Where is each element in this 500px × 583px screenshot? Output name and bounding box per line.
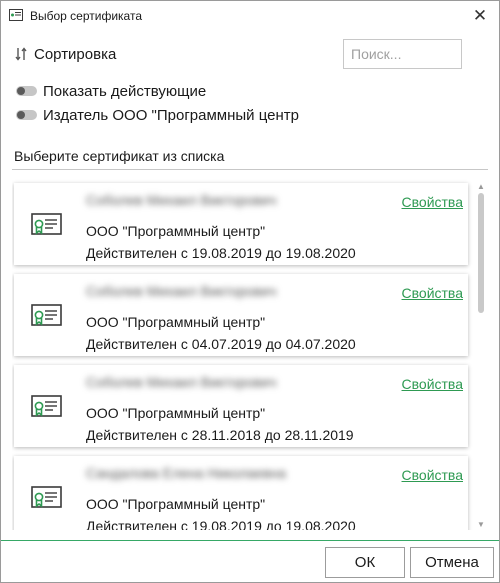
search-input[interactable] bbox=[343, 39, 462, 69]
toggle-knob bbox=[17, 87, 25, 95]
scroll-thumb[interactable] bbox=[478, 193, 484, 313]
issuer-filter-label: Издатель ООО "Программный центр bbox=[43, 106, 299, 124]
sort-button[interactable]: Сортировка bbox=[34, 46, 116, 63]
certificate-card[interactable]: Сандалова Елена Николаевна Свойства ООО … bbox=[14, 456, 468, 530]
properties-link[interactable]: Свойства bbox=[402, 194, 463, 210]
ok-button[interactable]: ОК bbox=[325, 547, 405, 578]
footer-divider bbox=[1, 540, 499, 541]
certificate-issuer: ООО "Программный центр" bbox=[86, 405, 266, 421]
certificate-validity: Действителен с 28.11.2018 до 28.11.2019 bbox=[86, 427, 354, 443]
list-heading: Выберите сертификат из списка bbox=[14, 148, 225, 164]
window-title: Выбор сертификата bbox=[30, 9, 143, 23]
issuer-toggle[interactable] bbox=[16, 110, 37, 120]
certificate-card[interactable]: Соболев Михаил Викторович Свойства ООО "… bbox=[14, 183, 468, 265]
certificate-validity: Действителен с 19.08.2019 до 19.08.2020 bbox=[86, 245, 356, 261]
scroll-down-arrow-icon[interactable]: ▼ bbox=[477, 520, 485, 529]
filter-issuer-row[interactable]: Издатель ООО "Программный центр bbox=[16, 106, 299, 124]
close-icon: ✕ bbox=[472, 6, 488, 25]
properties-link[interactable]: Свойства bbox=[402, 467, 463, 483]
certificate-icon bbox=[31, 213, 62, 235]
certificate-window-icon bbox=[9, 9, 23, 21]
certificate-owner: Соболев Михаил Викторович bbox=[86, 192, 277, 208]
active-only-label: Показать действующие bbox=[43, 82, 207, 100]
certificate-owner: Соболев Михаил Викторович bbox=[86, 283, 277, 299]
toggle-knob bbox=[17, 111, 25, 119]
sort-arrows-icon[interactable] bbox=[15, 46, 27, 62]
properties-link[interactable]: Свойства bbox=[402, 285, 463, 301]
filter-active-row[interactable]: Показать действующие bbox=[16, 82, 206, 100]
properties-link[interactable]: Свойства bbox=[402, 376, 463, 392]
cancel-button[interactable]: Отмена bbox=[410, 547, 494, 578]
certificate-issuer: ООО "Программный центр" bbox=[86, 314, 266, 330]
close-button[interactable]: ✕ bbox=[467, 3, 493, 29]
certificate-validity: Действителен с 19.08.2019 до 19.08.2020 bbox=[86, 518, 356, 530]
heading-divider bbox=[12, 169, 488, 170]
certificate-owner: Сандалова Елена Николаевна bbox=[86, 465, 286, 481]
certificate-dialog: Выбор сертификата ✕ Сортировка Показать … bbox=[0, 0, 500, 583]
certificate-validity: Действителен с 04.07.2019 до 04.07.2020 bbox=[86, 336, 356, 352]
scroll-up-arrow-icon[interactable]: ▲ bbox=[477, 182, 485, 191]
certificate-card[interactable]: Соболев Михаил Викторович Свойства ООО "… bbox=[14, 365, 468, 447]
active-only-toggle[interactable] bbox=[16, 86, 37, 96]
certificate-icon bbox=[31, 486, 62, 508]
list-scrollbar[interactable]: ▲ ▼ bbox=[475, 182, 487, 529]
certificate-issuer: ООО "Программный центр" bbox=[86, 223, 266, 239]
title-bar: Выбор сертификата ✕ bbox=[1, 1, 499, 31]
certificate-issuer: ООО "Программный центр" bbox=[86, 496, 266, 512]
certificate-owner: Соболев Михаил Викторович bbox=[86, 374, 277, 390]
certificate-card[interactable]: Соболев Михаил Викторович Свойства ООО "… bbox=[14, 274, 468, 356]
certificate-icon bbox=[31, 304, 62, 326]
certificate-list: Соболев Михаил Викторович Свойства ООО "… bbox=[12, 178, 490, 530]
certificate-icon bbox=[31, 395, 62, 417]
